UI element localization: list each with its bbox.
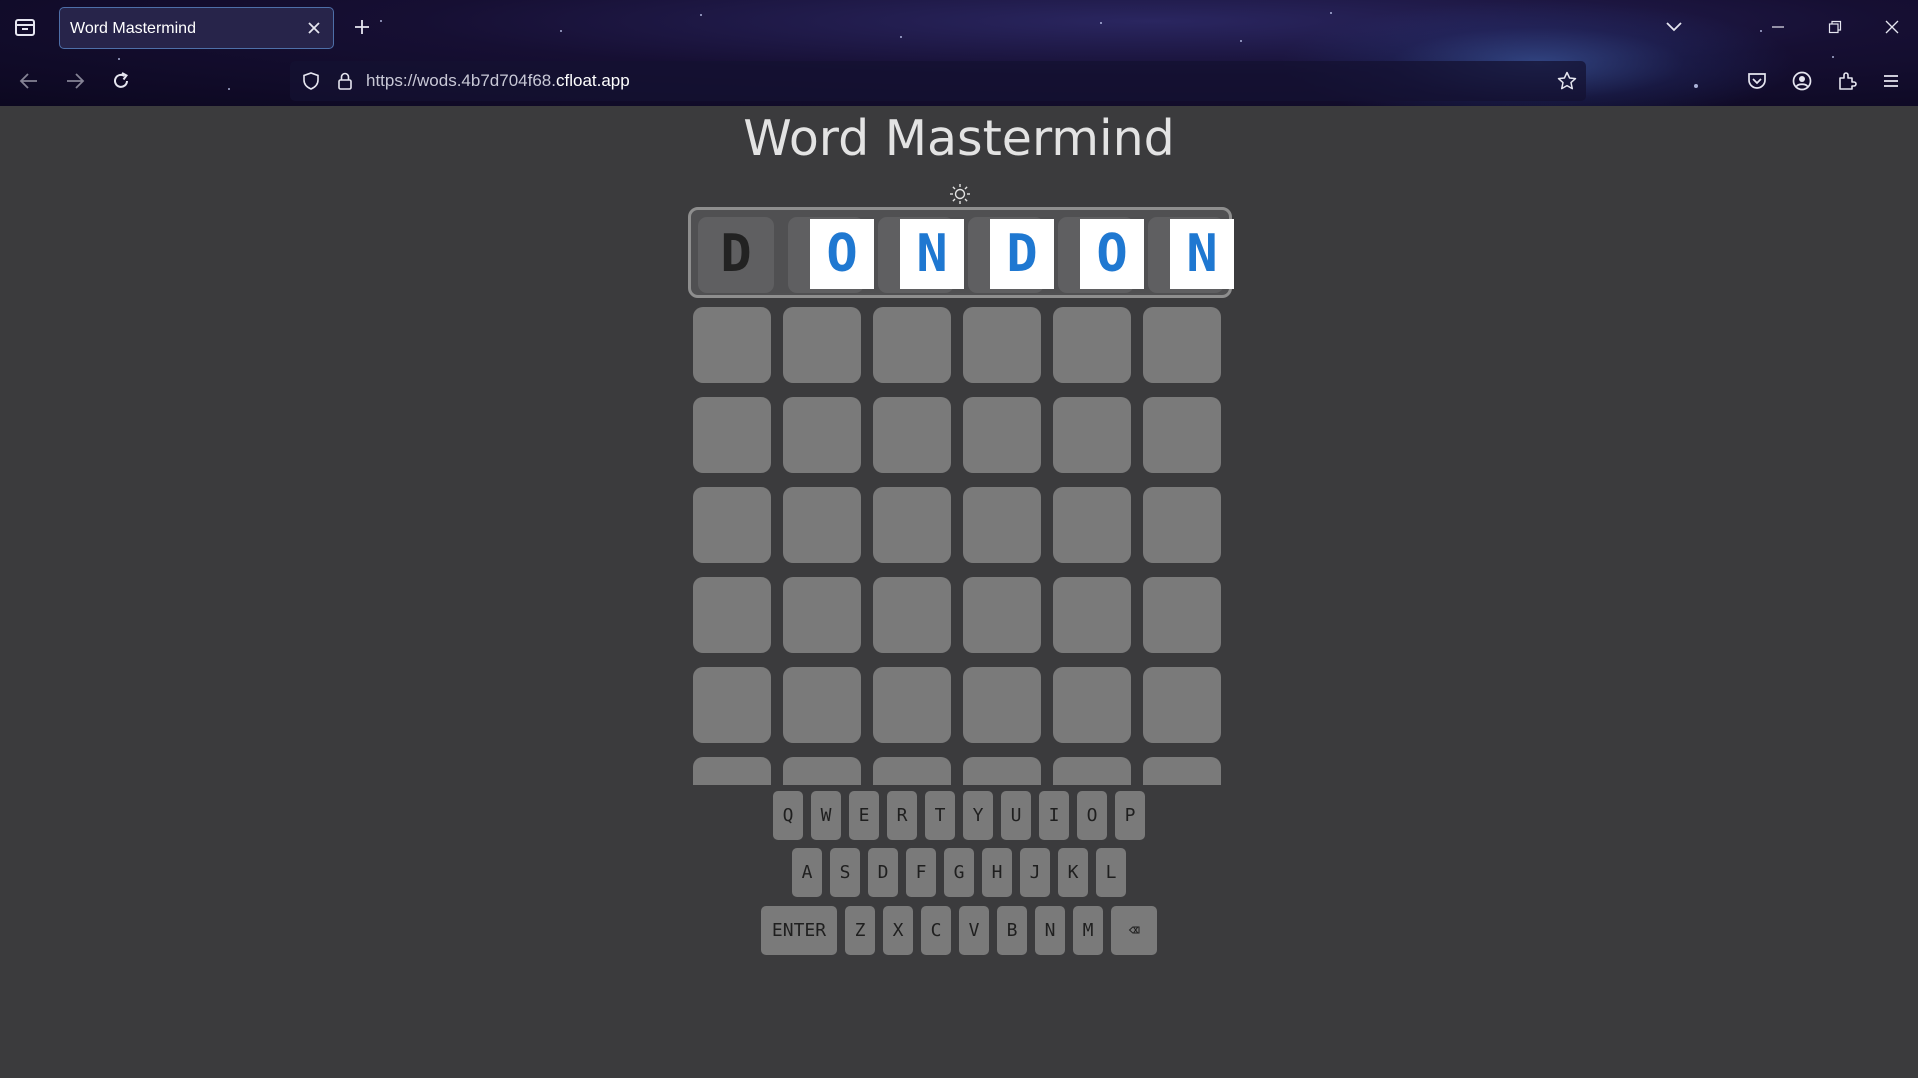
- answer-letter-tile: O: [810, 219, 874, 289]
- list-all-tabs-icon[interactable]: [1661, 14, 1687, 40]
- key-r[interactable]: R: [887, 791, 917, 840]
- key-n[interactable]: N: [1035, 906, 1065, 955]
- reload-icon[interactable]: [108, 68, 134, 94]
- guess-cell: [963, 757, 1041, 785]
- key-k[interactable]: K: [1058, 848, 1088, 897]
- sun-icon[interactable]: [946, 180, 974, 208]
- lock-icon[interactable]: [332, 68, 358, 94]
- guess-cell: [693, 307, 771, 383]
- account-icon[interactable]: [1789, 68, 1815, 94]
- guess-cell: [1143, 757, 1221, 785]
- guess-grid: [693, 307, 1223, 785]
- url-domain: cfloat.app: [555, 71, 630, 90]
- guess-cell: [873, 577, 951, 653]
- key-x[interactable]: X: [883, 906, 913, 955]
- guess-cell: [693, 397, 771, 473]
- key-s[interactable]: S: [830, 848, 860, 897]
- guess-cell: [1053, 487, 1131, 563]
- guess-cell: [693, 577, 771, 653]
- key-q[interactable]: Q: [773, 791, 803, 840]
- guess-cell: [963, 487, 1041, 563]
- extensions-icon[interactable]: [1834, 68, 1860, 94]
- guess-cell: [693, 487, 771, 563]
- app-menu-icon[interactable]: [1878, 68, 1904, 94]
- key-i[interactable]: I: [1039, 791, 1069, 840]
- guess-cell: [1053, 757, 1131, 785]
- guess-cell: [783, 757, 861, 785]
- close-window-icon[interactable]: [1879, 14, 1905, 40]
- key-o[interactable]: O: [1077, 791, 1107, 840]
- key-t[interactable]: T: [925, 791, 955, 840]
- tracking-protection-shield-icon[interactable]: [298, 68, 324, 94]
- restore-window-icon[interactable]: [1822, 14, 1848, 40]
- key-e[interactable]: E: [849, 791, 879, 840]
- guess-cell: [1143, 397, 1221, 473]
- answer-letter-tile: N: [900, 219, 964, 289]
- guess-cell: [1053, 667, 1131, 743]
- guess-cell: [783, 577, 861, 653]
- key-v[interactable]: V: [959, 906, 989, 955]
- guess-cell: [1053, 307, 1131, 383]
- browser-tab[interactable]: Word Mastermind: [59, 7, 334, 49]
- back-icon[interactable]: [16, 68, 42, 94]
- pocket-icon[interactable]: [1744, 68, 1770, 94]
- guess-cell: [963, 667, 1041, 743]
- key-c[interactable]: C: [921, 906, 951, 955]
- key-f[interactable]: F: [906, 848, 936, 897]
- new-tab-icon[interactable]: [349, 14, 375, 40]
- guess-cell: [873, 757, 951, 785]
- key-p[interactable]: P: [1115, 791, 1145, 840]
- page-title: Word Mastermind: [743, 110, 1175, 167]
- answer-letter-tile: O: [1080, 219, 1144, 289]
- url-bar[interactable]: https://wods.4b7d704f68.cfloat.app: [290, 61, 1586, 101]
- key-a[interactable]: A: [792, 848, 822, 897]
- guess-cell: [1143, 487, 1221, 563]
- key-h[interactable]: H: [982, 848, 1012, 897]
- guess-cell: [1053, 397, 1131, 473]
- guess-cell: [873, 307, 951, 383]
- key-g[interactable]: G: [944, 848, 974, 897]
- tab-title: Word Mastermind: [70, 20, 196, 37]
- guess-cell: [1143, 667, 1221, 743]
- key-u[interactable]: U: [1001, 791, 1031, 840]
- key-l[interactable]: L: [1096, 848, 1126, 897]
- backspace-key[interactable]: ⌫: [1111, 906, 1157, 955]
- answer-letter-tile: D: [720, 224, 752, 284]
- guess-cell: [783, 307, 861, 383]
- url-text[interactable]: https://wods.4b7d704f68.cfloat.app: [366, 71, 630, 91]
- forward-icon[interactable]: [62, 68, 88, 94]
- answer-row: DONDON: [688, 207, 1234, 298]
- browser-chrome: Word Mastermind https://wods.4b7d704f68.…: [0, 0, 1918, 106]
- minimize-window-icon[interactable]: [1765, 14, 1791, 40]
- bookmark-star-icon[interactable]: [1554, 68, 1580, 94]
- guess-cell: [963, 307, 1041, 383]
- guess-cell: [963, 577, 1041, 653]
- answer-letter-tile: D: [990, 219, 1054, 289]
- guess-cell: [963, 397, 1041, 473]
- guess-cell: [1143, 577, 1221, 653]
- guess-cell: [783, 487, 861, 563]
- url-prefix: https://wods.4b7d704f68.: [366, 71, 556, 90]
- key-y[interactable]: Y: [963, 791, 993, 840]
- guess-cell: [783, 667, 861, 743]
- tab-overview-icon[interactable]: [12, 14, 38, 40]
- key-d[interactable]: D: [868, 848, 898, 897]
- guess-cell: [873, 667, 951, 743]
- key-w[interactable]: W: [811, 791, 841, 840]
- key-m[interactable]: M: [1073, 906, 1103, 955]
- key-j[interactable]: J: [1020, 848, 1050, 897]
- answer-letter-tile: N: [1170, 219, 1234, 289]
- guess-cell: [783, 397, 861, 473]
- guess-cell: [873, 487, 951, 563]
- guess-cell: [1053, 577, 1131, 653]
- guess-cell: [1143, 307, 1221, 383]
- enter-key[interactable]: ENTER: [761, 906, 837, 955]
- key-z[interactable]: Z: [845, 906, 875, 955]
- guess-cell: [693, 757, 771, 785]
- key-b[interactable]: B: [997, 906, 1027, 955]
- guess-cell: [693, 667, 771, 743]
- close-tab-icon[interactable]: [302, 16, 326, 40]
- guess-cell: [873, 397, 951, 473]
